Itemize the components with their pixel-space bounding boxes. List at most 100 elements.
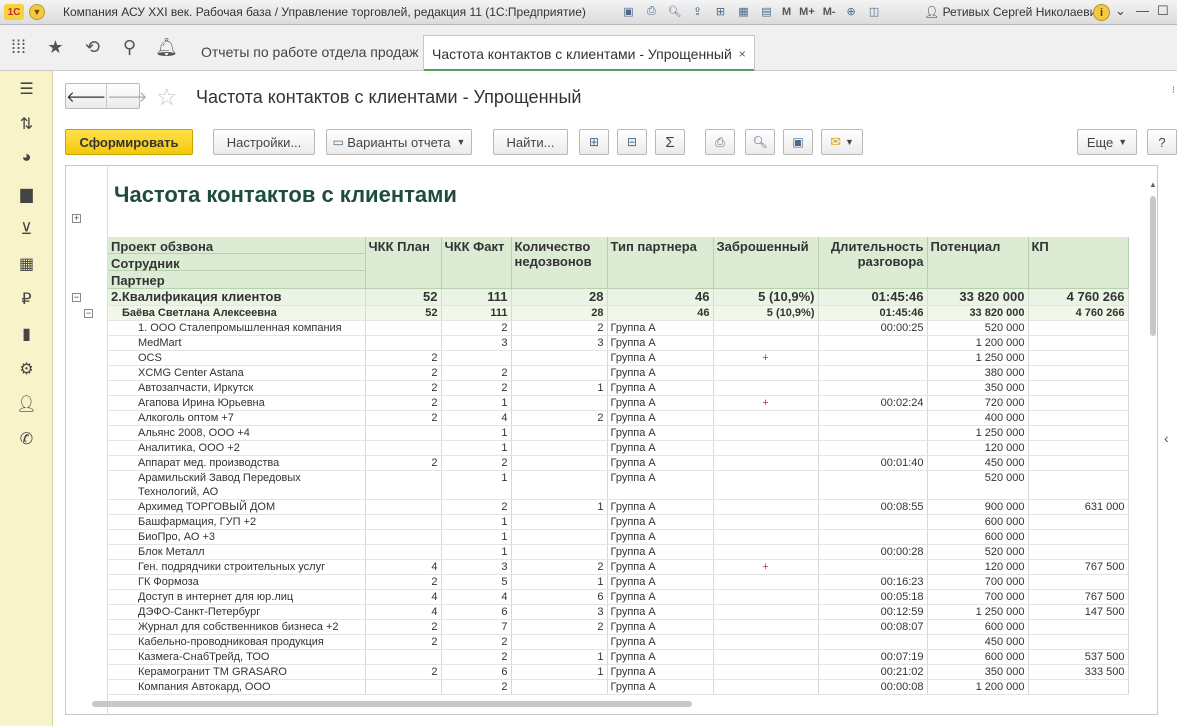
- info-icon[interactable]: i: [1093, 4, 1110, 21]
- more-button[interactable]: Еще ▼: [1077, 129, 1137, 155]
- back-arrow-icon[interactable]: 🡐: [66, 84, 106, 108]
- settings-button[interactable]: Настройки...: [213, 129, 315, 155]
- main-menu-icon[interactable]: ▼: [29, 4, 45, 20]
- attach-icon[interactable]: ⊞: [712, 3, 729, 20]
- table-row[interactable]: ГК Формоза 2 5 1 Группа А 00:16:23 700 000: [108, 574, 1129, 590]
- panel-collapse-chevron-icon[interactable]: ‹: [1164, 430, 1169, 446]
- ruble-icon[interactable]: ₽: [0, 289, 53, 309]
- table-row[interactable]: MedMart 3 3 Группа А1 200 000: [108, 335, 1129, 351]
- table-row[interactable]: Аппарат мед. производства 2 2 Группа А 00:01…: [108, 455, 1129, 471]
- calculator-icon[interactable]: ▦: [735, 3, 752, 20]
- collapse-group-icon[interactable]: −: [72, 293, 81, 302]
- table-row[interactable]: Архимед ТОРГОВЫЙ ДОМ 2 1 Группа А 00:08:55 90…: [108, 499, 1129, 515]
- chevron-down-icon[interactable]: ⌄: [1115, 3, 1126, 19]
- cart-icon[interactable]: ⊻: [0, 219, 53, 239]
- preview-icon[interactable]: 🔍︎: [666, 3, 683, 20]
- search-icon[interactable]: ⚲: [111, 37, 148, 58]
- memory-m-button[interactable]: M: [781, 6, 792, 18]
- panel-icon[interactable]: ◫: [866, 3, 883, 20]
- table-row[interactable]: Кабельно-проводниковая продукция 2 2 Группа…: [108, 634, 1129, 650]
- minimize-icon[interactable]: —: [1136, 3, 1149, 18]
- partner-name: XCMG Center Astana: [108, 365, 366, 381]
- horizontal-scroll-thumb[interactable]: [92, 701, 692, 707]
- cell-plan: [365, 514, 442, 530]
- favorites-star-icon[interactable]: ★: [37, 37, 74, 58]
- phone-icon[interactable]: ✆: [0, 429, 53, 449]
- tab-contact-frequency[interactable]: Частота контактов с клиентами - Упрощенн…: [423, 35, 755, 71]
- forward-arrow-icon[interactable]: 🡒: [106, 84, 147, 108]
- save-icon[interactable]: ▣: [620, 3, 637, 20]
- report-spreadsheet[interactable]: + − − Частота контактов с клиентами Прое…: [65, 165, 1158, 715]
- table-row[interactable]: Алкоголь оптом +7 2 4 2 Группа А 400 000: [108, 410, 1129, 426]
- table-row[interactable]: Казмега-СнабТрейд, ТОО 2 1 Группа А 00:07:19…: [108, 649, 1129, 665]
- current-user[interactable]: 👤︎ Ретивых Сергей Николаевич: [924, 5, 1103, 19]
- cell-missed: [511, 544, 608, 560]
- bar-chart-icon[interactable]: ▮: [0, 324, 53, 344]
- partner-name: Агапова Ирина Юрьевна: [108, 395, 366, 411]
- print-icon[interactable]: ⎙: [705, 129, 735, 155]
- close-icon[interactable]: ×: [739, 47, 746, 61]
- history-icon[interactable]: ⟲: [74, 37, 111, 58]
- cell-kp: [1028, 574, 1129, 590]
- find-button[interactable]: Найти...: [493, 129, 568, 155]
- table-row[interactable]: OCS 2 Группа А +1 250 000: [108, 350, 1129, 366]
- tab-sales-reports[interactable]: Отчеты по работе отдела продаж×: [193, 35, 440, 68]
- vertical-scrollbar[interactable]: ▲: [1149, 180, 1157, 692]
- collapse-groups-icon[interactable]: ⊟: [617, 129, 647, 155]
- shopping-bag-icon[interactable]: ▆: [0, 184, 53, 204]
- favorite-star-icon[interactable]: ☆: [156, 83, 178, 112]
- group-row-project[interactable]: 2.Квалификация клиентов 52 111 28 46 5 (…: [108, 288, 1129, 306]
- table-row[interactable]: Автозапчасти, Иркутск 2 2 1 Группа А 350 000: [108, 380, 1129, 396]
- cell-partner-type: Группа А: [607, 649, 714, 665]
- cell-kp: [1028, 380, 1129, 396]
- menu-lines-icon[interactable]: ☰: [0, 79, 53, 99]
- person-icon[interactable]: 👤︎: [0, 394, 53, 414]
- table-row[interactable]: XCMG Center Astana 2 2 Группа А 380 000: [108, 365, 1129, 381]
- table-row[interactable]: БиоПро, АО +3 1 Группа А 600 000: [108, 529, 1129, 545]
- warehouse-icon[interactable]: ▦: [0, 254, 53, 274]
- print-icon[interactable]: ⎙: [643, 3, 660, 20]
- group-row-employee[interactable]: Баёва Светлана Алексеевна 52 111 28 46 5…: [108, 305, 1129, 321]
- report-variants-button[interactable]: ▭ Варианты отчета ▼: [326, 129, 472, 155]
- table-row[interactable]: Ген. подрядчики строительных услуг 4 3 2 Гру…: [108, 559, 1129, 575]
- table-row[interactable]: Арамильский Завод Передовых Технологий, А…: [108, 470, 1129, 500]
- more-dots-icon[interactable]: ⁝: [1172, 85, 1175, 96]
- maximize-icon[interactable]: ☐: [1157, 3, 1169, 19]
- memory-minus-button[interactable]: M-: [822, 6, 837, 18]
- calendar-icon[interactable]: ▤: [758, 3, 775, 20]
- zoom-icon[interactable]: ⊕: [843, 3, 860, 20]
- notifications-bell-icon[interactable]: 🔔︎: [148, 37, 185, 58]
- table-row[interactable]: ДЭФО-Санкт-Петербург 4 6 3 Группа А 00:12:59 1…: [108, 604, 1129, 620]
- table-row[interactable]: Журнал для собственников бизнеса +2 2 7 2 Гр…: [108, 619, 1129, 635]
- gear-icon[interactable]: ⚙: [0, 359, 53, 379]
- horizontal-scrollbar[interactable]: [92, 700, 1152, 708]
- print-preview-icon[interactable]: 🔍︎: [745, 129, 775, 155]
- pie-chart-icon[interactable]: ◕: [0, 149, 53, 167]
- expand-all-icon[interactable]: +: [72, 214, 81, 223]
- table-row[interactable]: Агапова Ирина Юрьевна 2 1 Группа А +00:02:24…: [108, 395, 1129, 411]
- table-row[interactable]: Доступ в интернет для юр.лиц 4 4 6 Группа А0…: [108, 589, 1129, 605]
- apps-grid-icon[interactable]: ⁞⁞⁞: [0, 37, 37, 58]
- table-row[interactable]: 1. ООО Сталепромышленная компания 2 2 Групп…: [108, 320, 1129, 336]
- crm-icon[interactable]: ⇅: [0, 114, 53, 134]
- cell-plan: 2: [365, 350, 442, 366]
- generate-button[interactable]: Сформировать: [65, 129, 193, 155]
- table-row[interactable]: Блок Металл 1 Группа А 00:00:28 520 000: [108, 544, 1129, 560]
- send-email-icon[interactable]: ✉ ▼: [821, 129, 863, 155]
- help-button[interactable]: ?: [1147, 129, 1177, 155]
- sum-icon[interactable]: Σ: [655, 129, 685, 155]
- 1c-logo-icon[interactable]: 1С: [4, 4, 24, 20]
- expand-groups-icon[interactable]: ⊞: [579, 129, 609, 155]
- table-row[interactable]: Альянс 2008, ООО +4 1 Группа А 1 250 000: [108, 425, 1129, 441]
- upload-icon[interactable]: ⇪: [689, 3, 706, 20]
- partner-name: Аппарат мед. производства: [108, 455, 366, 471]
- collapse-subgroup-icon[interactable]: −: [84, 309, 93, 318]
- memory-plus-button[interactable]: M+: [798, 6, 816, 18]
- table-row[interactable]: Компания Автокард, ООО 2 Группа А 00:00:08 1…: [108, 679, 1129, 695]
- scroll-up-icon[interactable]: ▲: [1149, 180, 1157, 189]
- table-row[interactable]: Башфармация, ГУП +2 1 Группа А 600 000: [108, 514, 1129, 530]
- table-row[interactable]: Аналитика, ООО +2 1 Группа А 120 000: [108, 440, 1129, 456]
- table-row[interactable]: Керамогранит ТМ GRASARO 2 6 1 Группа А 00:21:…: [108, 664, 1129, 680]
- vertical-scroll-thumb[interactable]: [1150, 196, 1156, 336]
- save-icon[interactable]: ▣: [783, 129, 813, 155]
